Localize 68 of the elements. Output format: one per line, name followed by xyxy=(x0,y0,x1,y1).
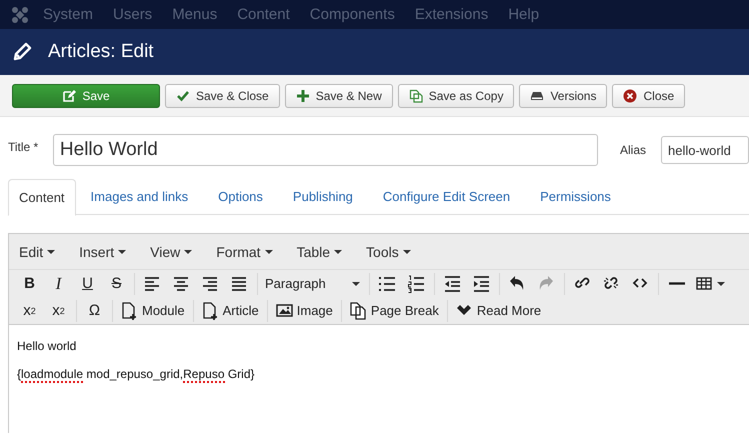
format-button[interactable]: x$^{2}$ xyxy=(44,298,73,322)
caret-icon xyxy=(184,250,192,254)
tab[interactable]: Images and links xyxy=(76,179,204,214)
insert-button[interactable]: Image xyxy=(270,298,338,322)
check-button[interactable]: Save & Close xyxy=(165,84,280,108)
edit-icon xyxy=(62,88,76,102)
format-button[interactable]: S xyxy=(102,272,131,296)
plus-button[interactable]: Save & New xyxy=(284,84,393,108)
table-icon xyxy=(696,274,713,292)
text-paragraph: {loadmodule mod_repuso_grid,Repuso Grid} xyxy=(17,367,256,381)
indent-icon xyxy=(473,274,490,292)
insert-button[interactable]: Page Break xyxy=(344,298,444,322)
pages-icon xyxy=(350,302,367,320)
tab[interactable]: Publishing xyxy=(278,179,368,214)
insert-button[interactable]: Read More xyxy=(450,298,546,322)
tab[interactable]: Permissions xyxy=(525,179,626,214)
caret-icon xyxy=(264,250,273,254)
save-button[interactable]: Save xyxy=(12,84,160,108)
menu-item[interactable]: View xyxy=(144,244,192,260)
align-center-icon xyxy=(173,274,190,292)
alias-input[interactable]: hello-world xyxy=(661,136,749,164)
caret-icon xyxy=(352,282,360,286)
alias-label: Alias xyxy=(620,143,646,157)
pencil-icon xyxy=(12,42,32,62)
numbered-list-icon xyxy=(408,274,425,292)
format-button[interactable]: U xyxy=(73,272,102,296)
redo-icon xyxy=(538,274,555,292)
page-plus-icon xyxy=(121,302,138,320)
bullet-list-icon xyxy=(379,274,396,292)
check-icon xyxy=(176,88,190,102)
page-plus-icon xyxy=(202,302,219,320)
image-icon xyxy=(276,302,293,320)
menu-item[interactable]: Insert xyxy=(73,244,126,260)
title-input[interactable]: Hello World xyxy=(52,134,598,166)
menu-item[interactable]: Edit xyxy=(13,244,56,260)
copy-icon xyxy=(408,88,423,102)
caret-icon xyxy=(118,250,126,254)
insert-button[interactable]: Module xyxy=(116,298,190,322)
align-right-icon xyxy=(202,274,219,292)
outdent-icon xyxy=(444,274,461,292)
undo-icon xyxy=(509,274,526,292)
caret-icon xyxy=(402,250,411,254)
title-label: Title * xyxy=(8,140,40,154)
horizontal-line-icon xyxy=(668,282,684,285)
menu-item[interactable]: Tools xyxy=(360,244,411,260)
tab[interactable]: Content xyxy=(8,179,76,216)
align-justify-icon xyxy=(231,274,248,292)
caret-icon xyxy=(717,282,725,286)
format-dropdown[interactable]: Paragraph xyxy=(261,272,366,296)
menu-item[interactable]: Table xyxy=(290,244,342,260)
copy-button[interactable]: Save as Copy xyxy=(398,84,514,108)
tab[interactable]: Configure Edit Screen xyxy=(368,179,526,214)
close-icon xyxy=(623,88,638,102)
format-button[interactable]: Ω xyxy=(80,298,109,322)
caret-icon xyxy=(47,250,56,254)
plus-icon xyxy=(296,88,310,102)
joomla-logo-icon xyxy=(11,6,29,24)
insert-button[interactable]: Article xyxy=(196,298,264,322)
menu-item[interactable]: Format xyxy=(210,244,273,260)
page-title: Articles: Edit xyxy=(48,41,154,63)
caret-icon xyxy=(334,250,342,254)
align-left-icon xyxy=(144,274,161,292)
format-button[interactable]: I xyxy=(44,272,73,296)
tab[interactable]: Options xyxy=(203,179,278,214)
format-button[interactable]: B xyxy=(15,272,44,296)
text-paragraph: Hello world xyxy=(17,339,78,353)
close-button[interactable]: Close xyxy=(612,84,686,108)
drive-button[interactable]: Versions xyxy=(519,84,608,108)
